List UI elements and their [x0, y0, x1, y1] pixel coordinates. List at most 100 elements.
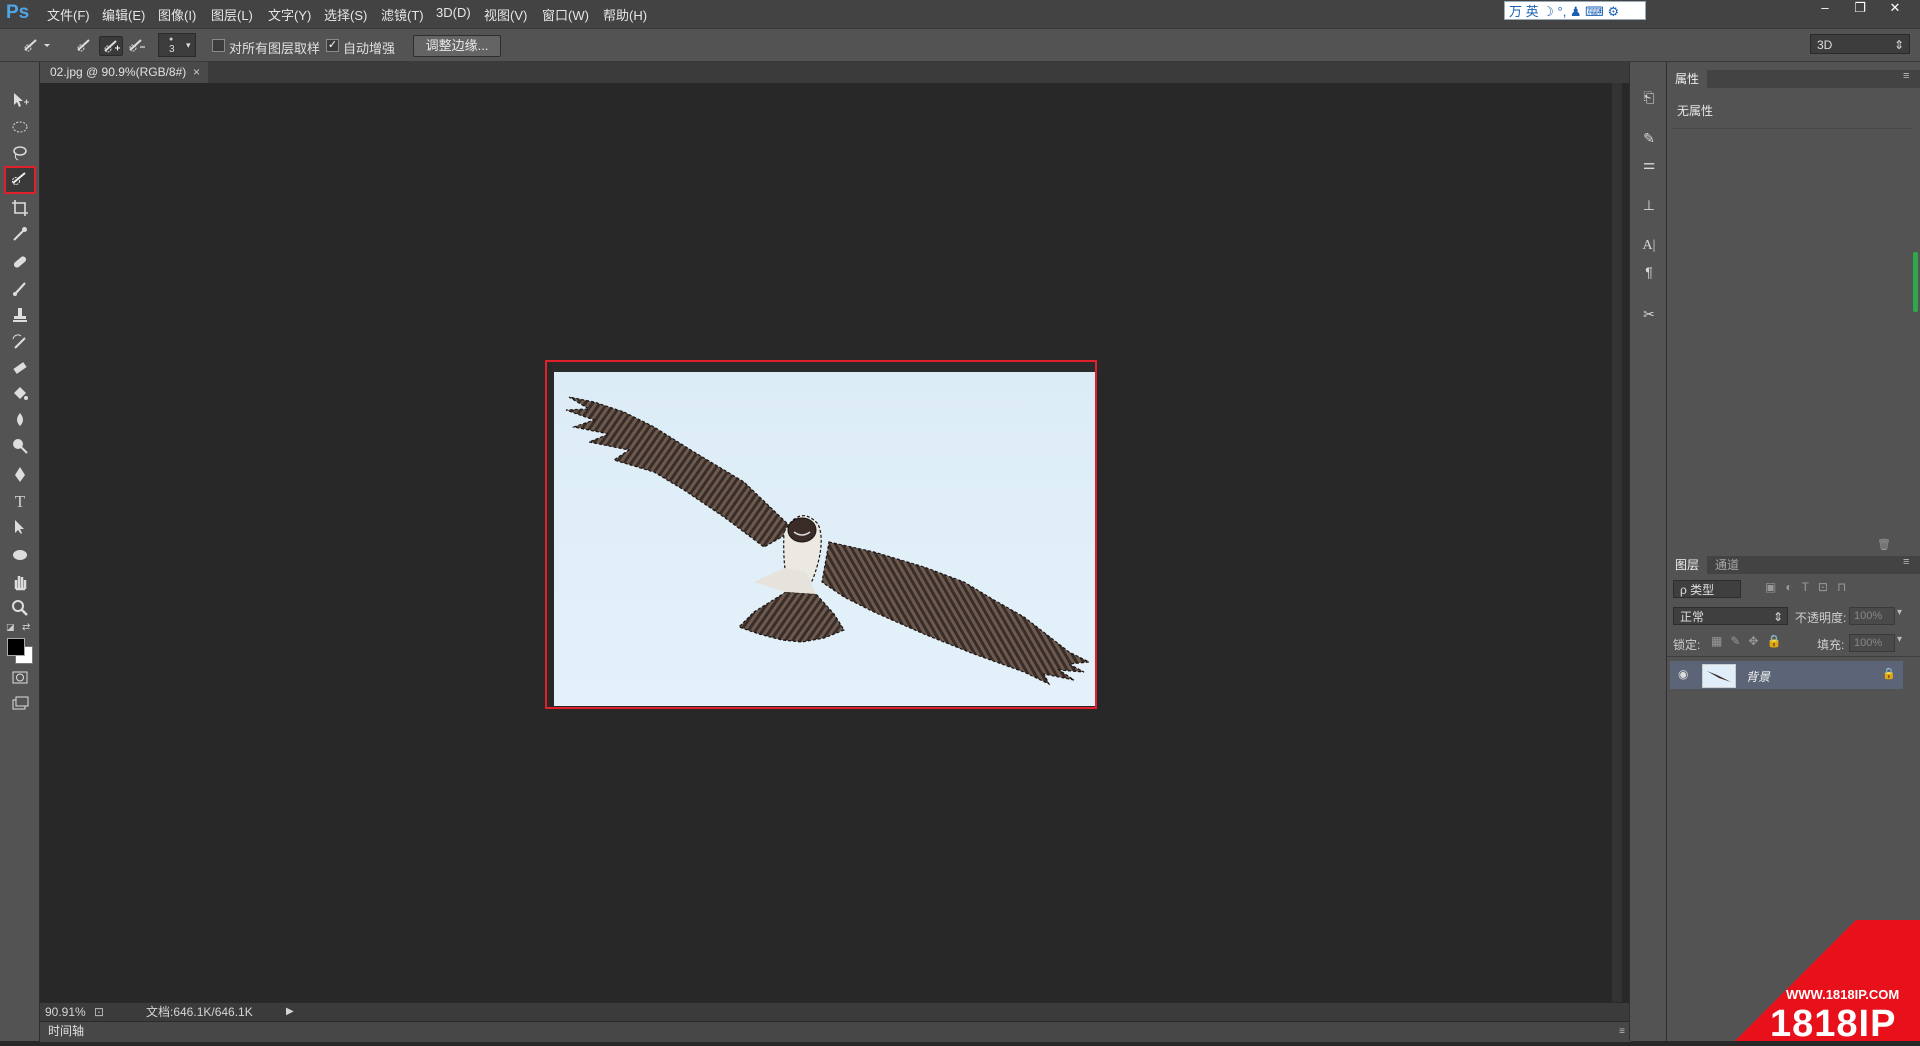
history-brush-tool-icon[interactable]: [8, 332, 32, 354]
panel-menu-icon[interactable]: ≡: [1619, 1022, 1625, 1041]
quick-selection-preset-icon[interactable]: [22, 36, 50, 54]
canvas-vertical-scrollbar[interactable]: [1612, 83, 1622, 1002]
zoom-level[interactable]: 90.91%: [45, 1003, 86, 1021]
menu-item[interactable]: 文字(Y): [268, 5, 311, 24]
document-tab[interactable]: 02.jpg @ 90.9%(RGB/8#) ×: [40, 62, 208, 83]
move-tool-icon[interactable]: [8, 90, 32, 112]
dodge-tool-icon[interactable]: [8, 436, 32, 458]
hand-tool-icon[interactable]: [8, 572, 32, 594]
ellipse-tool-icon[interactable]: [8, 545, 32, 567]
tool-presets-icon[interactable]: ✎: [1639, 128, 1659, 148]
screen-mode-icon[interactable]: [8, 694, 32, 716]
layer-name[interactable]: 背景: [1746, 668, 1770, 685]
status-menu-arrow-icon[interactable]: ▶: [286, 1003, 294, 1021]
healing-brush-tool-icon[interactable]: [8, 252, 32, 274]
fill-input[interactable]: 100%: [1849, 634, 1895, 652]
document-tab-bar: [40, 62, 1631, 83]
eraser-tool-icon[interactable]: [8, 358, 32, 380]
crop-tool-icon[interactable]: [8, 198, 32, 220]
layers-menu-icon[interactable]: ≡: [1903, 556, 1909, 568]
visibility-eye-icon[interactable]: ◉: [1678, 667, 1688, 681]
properties-content: 无属性: [1677, 104, 1714, 118]
menu-item[interactable]: 视图(V): [484, 5, 527, 24]
swap-colors-icon[interactable]: ⇄: [22, 622, 30, 633]
fill-dropdown-icon[interactable]: ▾: [1897, 634, 1902, 645]
foreground-color-swatch[interactable]: [7, 638, 25, 656]
pen-tool-icon[interactable]: [8, 465, 32, 487]
path-selection-tool-icon[interactable]: [8, 517, 32, 539]
eyedropper-tool-icon[interactable]: [8, 224, 32, 246]
blend-mode-select[interactable]: 正常 ⇕: [1673, 607, 1788, 625]
clone-stamp-tool-icon[interactable]: [8, 305, 32, 327]
close-tab-icon[interactable]: ×: [193, 62, 200, 83]
menu-item[interactable]: 选择(S): [324, 5, 367, 24]
workspace-select[interactable]: 3D ⇕: [1810, 34, 1910, 54]
menu-bar: Ps 文件(F) 编辑(E) 图像(I) 图层(L) 文字(Y) 选择(S) 滤镜(T) 3D…: [0, 0, 1920, 28]
clone-source-icon[interactable]: ⊥: [1639, 195, 1659, 215]
opacity-input[interactable]: 100%: [1849, 607, 1895, 625]
add-to-selection-mode-icon[interactable]: [99, 36, 123, 56]
properties-menu-icon[interactable]: ≡: [1903, 70, 1909, 82]
tools-panel: T ◪ ⇄: [0, 62, 40, 1041]
menu-item[interactable]: 文件(F): [47, 5, 90, 24]
paint-bucket-tool-icon[interactable]: [8, 384, 32, 406]
divider: [1667, 656, 1920, 657]
sample-all-layers-checkbox[interactable]: [212, 39, 225, 52]
tab-channels[interactable]: 通道: [1707, 556, 1747, 574]
history-panel-icon[interactable]: ⎗: [1639, 87, 1659, 107]
options-bar: ● 3 ▾ 对所有图层取样 ✓ 自动增强 调整边缘... 3D ⇕: [0, 28, 1920, 62]
panel-icon-dock: ⎗ ✎ ⚌ ⊥ A| ¶ ✂: [1629, 62, 1667, 1041]
menu-item[interactable]: 编辑(E): [102, 5, 145, 24]
tab-properties[interactable]: 属性: [1667, 70, 1708, 88]
marquee-tool-icon[interactable]: [8, 117, 32, 139]
default-colors-icon[interactable]: ◪: [6, 622, 15, 633]
minimize-button[interactable]: –: [1810, 0, 1840, 18]
layer-row[interactable]: ◉ 背景 🔒: [1670, 661, 1903, 689]
brush-size-picker[interactable]: ● 3 ▾: [158, 33, 196, 57]
quick-selection-tool-icon[interactable]: [4, 166, 36, 194]
paragraph-panel-icon[interactable]: ¶: [1639, 262, 1659, 282]
photoshop-logo: Ps: [6, 2, 30, 23]
sample-all-layers-label: 对所有图层取样: [229, 41, 321, 56]
menu-item[interactable]: 窗口(W): [542, 5, 589, 24]
chevron-updown-icon: ⇕: [1893, 38, 1904, 52]
watermark-logo-text: 1818IP: [1770, 1003, 1897, 1045]
brush-tool-icon[interactable]: [8, 278, 32, 300]
character-panel-icon[interactable]: A|: [1639, 236, 1659, 256]
opacity-dropdown-icon[interactable]: ▾: [1897, 607, 1902, 618]
type-tool-icon[interactable]: T: [8, 491, 32, 513]
new-selection-mode-icon[interactable]: [73, 36, 95, 54]
subtract-from-selection-mode-icon[interactable]: [125, 36, 147, 54]
chevron-down-icon: ▾: [186, 40, 191, 50]
lock-label: 锁定:: [1673, 638, 1701, 652]
close-button[interactable]: ✕: [1880, 0, 1910, 18]
blur-tool-icon[interactable]: [8, 410, 32, 432]
menu-item[interactable]: 滤镜(T): [381, 5, 424, 24]
menu-item[interactable]: 图像(I): [158, 5, 196, 24]
ime-toolbar[interactable]: 万 英 ☽ °, ♟ ⌨ ⚙: [1504, 1, 1646, 20]
restore-button[interactable]: ❐: [1845, 0, 1875, 18]
status-info-icon[interactable]: ⊡: [94, 1003, 104, 1021]
timeline-panel-bar[interactable]: 时间轴 ≡: [40, 1021, 1631, 1042]
delete-icon[interactable]: 🗑: [1877, 538, 1891, 551]
menu-item[interactable]: 3D(D): [436, 5, 471, 20]
selection-highlight-frame: [545, 360, 1097, 709]
layer-filter-select[interactable]: ρ 类型: [1673, 580, 1741, 598]
tab-layers[interactable]: 图层: [1667, 556, 1708, 574]
layer-filter-value: ρ 类型: [1680, 583, 1715, 597]
quick-mask-icon[interactable]: [8, 668, 32, 690]
layer-filter-icons[interactable]: ▣◐T⊡⊓: [1765, 580, 1855, 594]
auto-enhance-label: 自动增强: [343, 41, 396, 56]
fill-label: 填充:: [1817, 638, 1845, 652]
properties-scrollbar[interactable]: [1913, 252, 1918, 312]
lasso-tool-icon[interactable]: [8, 143, 32, 165]
menu-item[interactable]: 帮助(H): [603, 5, 647, 24]
zoom-tool-icon[interactable]: [8, 598, 32, 620]
tools-panel-icon[interactable]: ✂: [1639, 304, 1659, 324]
lock-icons[interactable]: ▦✎✥🔒: [1711, 634, 1789, 648]
auto-enhance-checkbox[interactable]: ✓: [326, 39, 339, 52]
adjustments-panel-icon[interactable]: ⚌: [1639, 154, 1659, 174]
status-bar: 90.91% ⊡ 文档:646.1K/646.1K ▶: [40, 1002, 1631, 1022]
refine-edge-button[interactable]: 调整边缘...: [413, 35, 501, 57]
menu-item[interactable]: 图层(L): [211, 5, 253, 24]
